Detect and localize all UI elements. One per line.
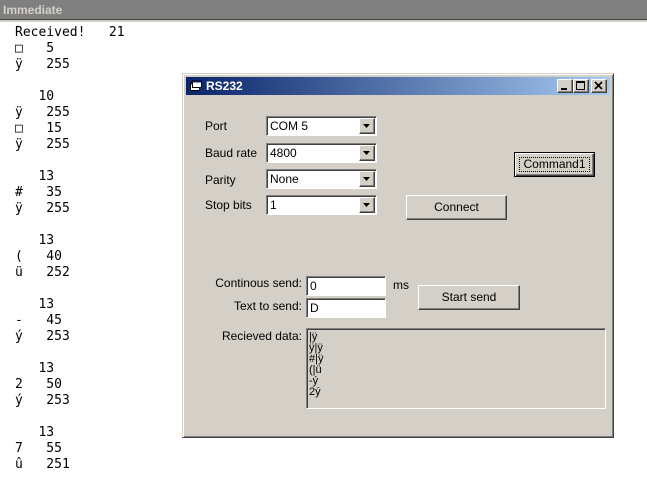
maximize-icon: [576, 81, 585, 90]
connect-label: Connect: [434, 200, 479, 214]
baud-rate-dropdown-button[interactable]: [359, 145, 375, 161]
parity-select[interactable]: None: [266, 169, 377, 189]
immediate-line: ( 40: [15, 249, 62, 264]
start-send-label: Start send: [441, 290, 497, 304]
port-dropdown-button[interactable]: [359, 118, 375, 134]
immediate-line: 10: [15, 89, 55, 104]
stop-bits-label: Stop bits: [205, 198, 252, 212]
app-icon: [190, 80, 202, 91]
immediate-line: 13: [15, 169, 55, 184]
immediate-line: □ 15: [15, 121, 62, 136]
immediate-line: 13: [15, 297, 55, 312]
immediate-line: ÿ 255: [15, 201, 70, 216]
command1-button[interactable]: Command1: [514, 152, 595, 177]
immediate-line: ý 253: [15, 393, 70, 408]
text-to-send-label: Text to send:: [233, 299, 302, 313]
immediate-line: 13: [15, 361, 55, 376]
connect-button[interactable]: Connect: [406, 195, 507, 220]
immediate-line: ý 253: [15, 329, 70, 344]
continous-send-value: 0: [310, 279, 317, 293]
recieved-line: 2ý: [309, 386, 321, 398]
rs232-title-bar[interactable]: RS232: [186, 77, 610, 95]
rs232-window[interactable]: RS232 Port COM 5 Baud rate 4800 Parity N…: [182, 73, 614, 438]
recieved-data-label: Recieved data:: [221, 329, 302, 343]
dropdown-arrow-icon: [363, 124, 370, 128]
immediate-line: 7 55: [15, 441, 62, 456]
immediate-line: 13: [15, 233, 55, 248]
immediate-line: 2 50: [15, 377, 62, 392]
close-button[interactable]: [591, 79, 607, 93]
parity-dropdown-button[interactable]: [359, 171, 375, 187]
close-icon: [594, 81, 603, 90]
recieved-data-box[interactable]: |ÿ ÿ|ÿ #|ÿ (|ü -ý 2ý: [306, 328, 606, 409]
stop-bits-value: 1: [270, 198, 277, 212]
port-label: Port: [205, 119, 228, 133]
immediate-line: 13: [15, 425, 55, 440]
rs232-title: RS232: [206, 79, 243, 93]
baud-rate-label: Baud rate: [205, 146, 258, 160]
continous-send-label: Continous send:: [215, 276, 302, 290]
stop-bits-select[interactable]: 1: [266, 195, 377, 215]
immediate-title-bar: Immediate: [0, 0, 647, 20]
immediate-line: ÿ 255: [15, 57, 70, 72]
start-send-button[interactable]: Start send: [418, 285, 520, 310]
baud-rate-value: 4800: [270, 146, 297, 160]
baud-rate-select[interactable]: 4800: [266, 143, 377, 163]
text-to-send-field[interactable]: D: [306, 298, 386, 318]
immediate-line: Received! 21: [15, 25, 125, 40]
continous-send-field[interactable]: 0: [306, 276, 386, 296]
immediate-line: □ 5: [15, 41, 55, 56]
minimize-button[interactable]: [557, 79, 573, 93]
port-value: COM 5: [270, 119, 309, 133]
stop-bits-dropdown-button[interactable]: [359, 197, 375, 213]
immediate-title: Immediate: [3, 3, 63, 17]
command1-label: Command1: [523, 157, 586, 171]
immediate-line: ÿ 255: [15, 137, 70, 152]
ms-label: ms: [393, 278, 409, 292]
dropdown-arrow-icon: [363, 203, 370, 207]
text-to-send-value: D: [310, 301, 319, 315]
immediate-line: - 45: [15, 313, 62, 328]
minimize-icon: [561, 88, 567, 90]
dropdown-arrow-icon: [363, 151, 370, 155]
parity-label: Parity: [205, 173, 236, 187]
immediate-line: ÿ 255: [15, 105, 70, 120]
port-select[interactable]: COM 5: [266, 116, 377, 136]
immediate-line: ü 252: [15, 265, 70, 280]
parity-value: None: [270, 172, 299, 186]
dropdown-arrow-icon: [363, 177, 370, 181]
immediate-line: û 251: [15, 457, 70, 472]
immediate-line: # 35: [15, 185, 62, 200]
maximize-button[interactable]: [573, 79, 589, 93]
